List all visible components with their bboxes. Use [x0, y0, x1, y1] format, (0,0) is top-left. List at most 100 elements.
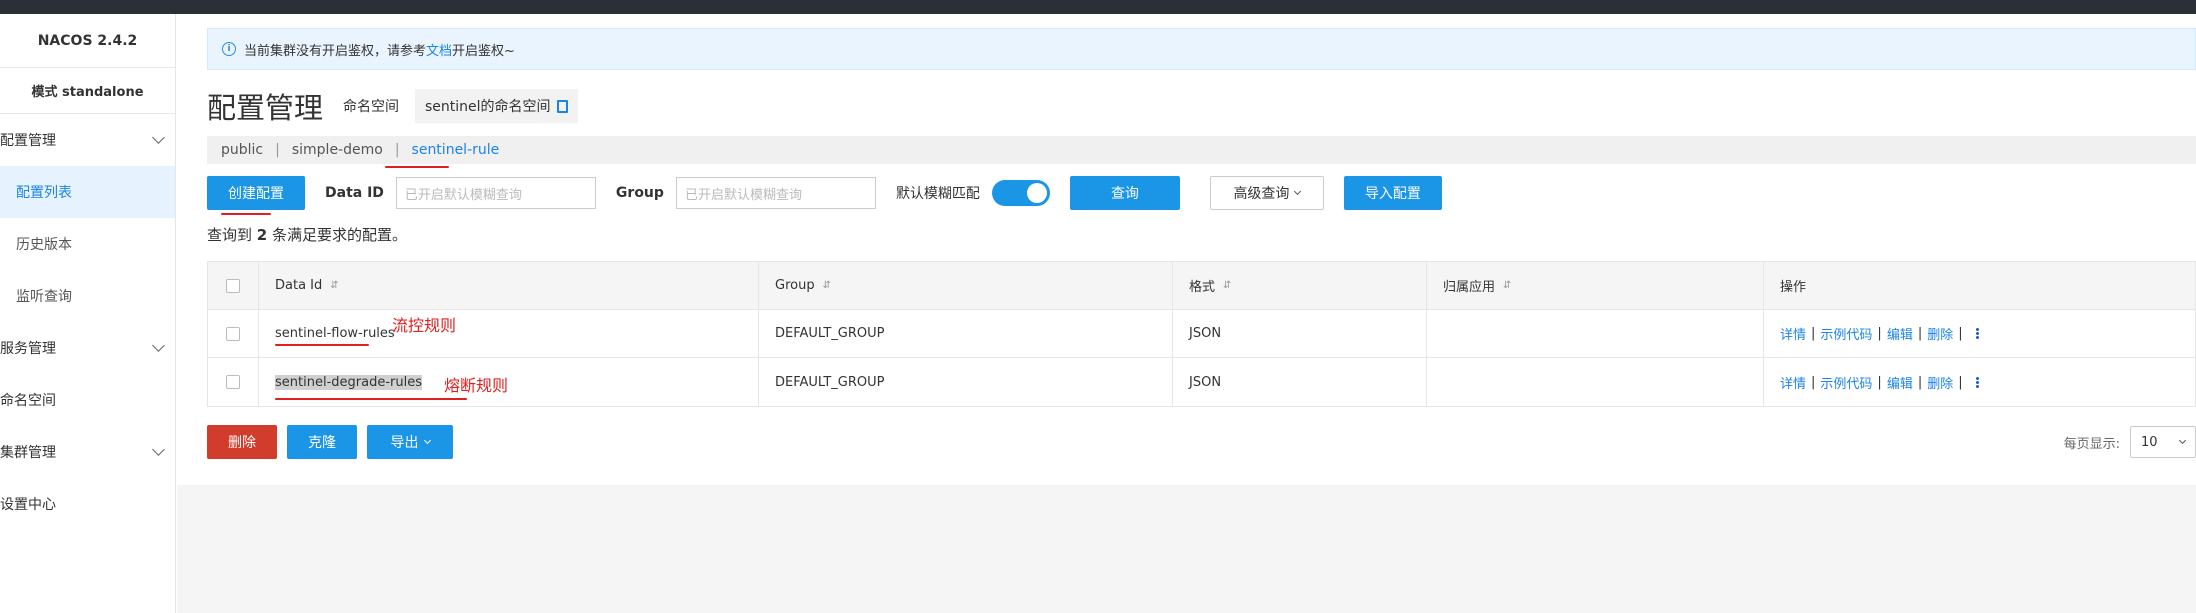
header-format[interactable]: 格式 ⇵	[1173, 262, 1427, 309]
clone-button[interactable]: 克隆	[287, 425, 357, 459]
namespace-tab-sentinel-rule[interactable]: sentinel-rule	[412, 142, 500, 158]
sidebar-group-service[interactable]: 服务管理	[0, 322, 175, 374]
fuzzy-toggle[interactable]	[991, 180, 1050, 206]
row-checkbox-cell	[208, 310, 259, 357]
row-checkbox[interactable]	[226, 326, 240, 341]
toolbar: 创建配置 Data ID 已开启默认模糊查询 Group 已开启默认模糊查询 默…	[207, 176, 1442, 210]
sidebar-item-listener[interactable]: 监听查询	[0, 270, 175, 322]
annotation-text: 流控规则	[392, 316, 457, 335]
detail-link[interactable]: 详情	[1780, 373, 1806, 392]
header-checkbox-cell	[208, 262, 259, 309]
alert-text-before: 当前集群没有开启鉴权，请参考	[244, 43, 427, 59]
docs-link[interactable]: 文档	[426, 40, 452, 59]
header-group[interactable]: Group ⇵	[759, 262, 1173, 309]
detail-link[interactable]: 详情	[1780, 324, 1806, 343]
op-separator: |	[1917, 374, 1923, 390]
sidebar-item-settings[interactable]: 设置中心	[0, 478, 175, 530]
chevron-down-icon	[152, 443, 165, 456]
row-checkbox[interactable]	[226, 375, 240, 389]
annotation-text: 熔断规则	[444, 376, 509, 395]
alert-text-after: 开启鉴权~	[452, 43, 515, 59]
row-actions: 详情 | 示例代码 | 编辑 | 删除 |	[1764, 310, 2195, 357]
delete-link[interactable]: 删除	[1927, 373, 1953, 392]
fuzzy-label: 默认模糊匹配	[895, 186, 980, 202]
export-label: 导出	[390, 435, 419, 451]
page-title: 配置管理	[207, 91, 324, 125]
namespace-tab-public[interactable]: public	[221, 142, 263, 158]
row-group: DEFAULT_GROUP	[759, 310, 1173, 357]
more-icon[interactable]	[1975, 376, 1979, 388]
table-row: sentinel-degrade-rules 熔断规则 DEFAULT_GROU…	[208, 358, 2195, 406]
select-all-checkbox[interactable]	[226, 278, 240, 293]
chevron-down-icon	[1294, 187, 1302, 196]
sidebar-group-cluster[interactable]: 集群管理	[0, 426, 175, 478]
header-actions: 操作	[1764, 262, 2195, 309]
row-format: JSON	[1173, 310, 1427, 357]
pagination: 每页显示: 10	[2064, 425, 2196, 459]
sidebar: NACOS 2.4.2 模式 standalone 配置管理 配置列表 历史版本…	[0, 14, 176, 613]
more-icon[interactable]	[1975, 328, 1979, 339]
row-group: DEFAULT_GROUP	[759, 358, 1173, 406]
row-app	[1427, 310, 1764, 357]
namespace-label: 命名空间	[343, 99, 400, 115]
table-row: sentinel-flow-rules 流控规则 DEFAULT_GROUP J…	[208, 310, 2195, 358]
create-config-button[interactable]: 创建配置	[207, 176, 305, 210]
table-header: Data Id ⇵ Group ⇵ 格式 ⇵ 归属应用 ⇵ 操作	[208, 262, 2195, 310]
row-app	[1427, 358, 1764, 406]
dataid-value: sentinel-flow-rules	[275, 326, 395, 341]
bottom-actions: 删除 克隆 导出	[207, 425, 463, 459]
chevron-down-icon	[152, 339, 165, 352]
sort-icon[interactable]: ⇵	[823, 280, 831, 291]
chevron-down-icon	[423, 436, 431, 445]
chevron-down-icon	[152, 131, 165, 144]
page-size-label: 每页显示:	[2063, 436, 2120, 452]
sidebar-item-history[interactable]: 历史版本	[0, 218, 175, 270]
query-button[interactable]: 查询	[1069, 176, 1180, 210]
row-dataid: sentinel-flow-rules 流控规则	[259, 310, 759, 357]
group-input[interactable]: 已开启默认模糊查询	[675, 177, 876, 209]
edit-link[interactable]: 编辑	[1887, 324, 1913, 343]
sidebar-item-config-list[interactable]: 配置列表	[0, 166, 175, 218]
header-dataid[interactable]: Data Id ⇵	[259, 262, 759, 309]
advanced-query-button[interactable]: 高级查询	[1209, 176, 1324, 210]
header-group-label: Group	[775, 278, 815, 293]
sidebar-item-namespace[interactable]: 命名空间	[0, 374, 175, 426]
op-separator: |	[1811, 374, 1816, 390]
header-dataid-label: Data Id	[275, 278, 323, 293]
sample-code-link[interactable]: 示例代码	[1820, 373, 1872, 392]
annotation-underline	[275, 398, 467, 400]
config-table: Data Id ⇵ Group ⇵ 格式 ⇵ 归属应用 ⇵ 操作 sentinel-fl…	[207, 261, 2196, 407]
header-app[interactable]: 归属应用 ⇵	[1427, 262, 1764, 309]
title-row: 配置管理 命名空间 sentinel的命名空间	[207, 78, 578, 134]
op-separator: |	[1917, 326, 1923, 341]
namespace-chip: sentinel的命名空间	[415, 89, 578, 123]
row-format: JSON	[1173, 358, 1427, 406]
row-actions: 详情 | 示例代码 | 编辑 | 删除 |	[1764, 358, 2195, 406]
namespace-separator: |	[394, 142, 400, 158]
annotation-underline	[275, 344, 369, 346]
sort-icon[interactable]: ⇵	[1223, 280, 1231, 291]
sidebar-group-config[interactable]: 配置管理	[0, 114, 175, 166]
namespace-value: sentinel的命名空间	[425, 99, 551, 115]
edit-link[interactable]: 编辑	[1887, 373, 1913, 392]
sample-code-link[interactable]: 示例代码	[1820, 324, 1872, 343]
delete-button[interactable]: 删除	[207, 425, 277, 459]
page-size-select[interactable]: 10	[2130, 426, 2196, 458]
copy-icon[interactable]	[556, 99, 568, 113]
export-button[interactable]: 导出	[367, 425, 453, 459]
import-config-button[interactable]: 导入配置	[1343, 176, 1442, 210]
sort-icon[interactable]: ⇵	[1503, 280, 1511, 291]
result-summary: 查询到 2 条满足要求的配置。	[207, 224, 407, 245]
dataid-input[interactable]: 已开启默认模糊查询	[395, 177, 596, 209]
auth-alert: i 当前集群没有开启鉴权，请参考 文档 开启鉴权~	[207, 28, 2196, 70]
dataid-label: Data ID	[325, 185, 384, 201]
dataid-value: sentinel-degrade-rules	[275, 374, 422, 390]
result-prefix: 查询到	[207, 226, 253, 244]
header-actions-label: 操作	[1780, 280, 1807, 295]
annotation-underline	[221, 213, 271, 215]
delete-link[interactable]: 删除	[1927, 324, 1953, 343]
namespace-bar: public | simple-demo | sentinel-rule	[207, 136, 2196, 164]
namespace-tab-simple-demo[interactable]: simple-demo	[292, 142, 383, 158]
sort-icon[interactable]: ⇵	[330, 280, 338, 291]
page-size-value: 10	[2141, 434, 2158, 450]
